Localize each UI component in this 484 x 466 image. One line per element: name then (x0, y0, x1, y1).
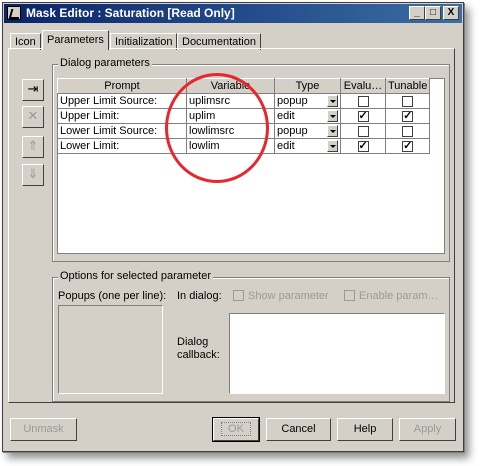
evaluate-cell[interactable] (340, 123, 386, 139)
tab-label: Parameters (47, 34, 104, 46)
table-row[interactable]: Lower Limit Source: lowlimsrc popup (57, 123, 431, 139)
type-combo[interactable]: edit (274, 108, 341, 124)
col-header-variable[interactable]: Variable (186, 78, 275, 94)
type-value: edit (277, 140, 295, 152)
evaluate-cell[interactable]: ✓ (340, 108, 386, 124)
tunable-checkbox[interactable] (402, 95, 414, 107)
window-title: Mask Editor : Saturation [Read Only] (26, 6, 235, 20)
apply-button-label: Apply (413, 423, 442, 435)
tunable-checkbox[interactable] (402, 125, 414, 137)
move-down-icon: ⇓ (27, 166, 39, 181)
help-button[interactable]: Help (337, 418, 393, 441)
evaluate-checkbox[interactable]: ✓ (357, 140, 369, 152)
variable-cell[interactable]: uplimsrc (186, 93, 275, 109)
tunable-cell[interactable] (384, 93, 431, 109)
col-header-tunable[interactable]: Tunable (384, 78, 431, 94)
prompt-cell[interactable]: Lower Limit: (57, 138, 187, 154)
type-combo[interactable]: popup (274, 123, 341, 139)
in-dialog-label: In dialog: (177, 290, 222, 302)
tunable-cell[interactable] (384, 123, 431, 139)
col-header-evaluate[interactable]: Evalu… (340, 78, 386, 94)
type-value: popup (277, 95, 308, 107)
unmask-button-label: Unmask (23, 423, 64, 435)
move-up-button[interactable]: ⇑ (22, 136, 44, 158)
chevron-down-icon[interactable] (327, 110, 338, 122)
enable-parameter-checkbox[interactable] (344, 290, 355, 301)
title-bar[interactable]: Mask Editor : Saturation [Read Only] _ □… (4, 4, 462, 23)
tunable-cell[interactable]: ✓ (384, 138, 431, 154)
tab-parameters[interactable]: Parameters (42, 30, 109, 50)
move-down-button[interactable]: ⇓ (22, 164, 44, 186)
mask-editor-app-icon (7, 6, 21, 20)
dialog-callback-label-line2: callback: (177, 349, 220, 361)
tab-label: Documentation (182, 36, 256, 48)
tunable-checkbox[interactable]: ✓ (402, 140, 414, 152)
type-value: edit (277, 110, 295, 122)
table-row[interactable]: Upper Limit: uplim edit ✓ ✓ (57, 108, 431, 124)
cancel-button-label: Cancel (281, 423, 316, 435)
evaluate-checkbox[interactable]: ✓ (357, 110, 369, 122)
type-value: popup (277, 125, 308, 137)
enable-parameter-label: Enable param… (359, 290, 439, 302)
variable-cell[interactable]: lowlim (186, 138, 275, 154)
table-header-row: Prompt Variable Type Evalu… Tunable (57, 78, 431, 94)
popups-label: Popups (one per line): (58, 290, 167, 302)
ok-button-label: OK (221, 422, 251, 436)
chevron-down-icon[interactable] (327, 140, 338, 152)
evaluate-cell[interactable]: ✓ (340, 138, 386, 154)
options-group-label: Options for selected parameter (58, 270, 214, 282)
show-parameter-label: Show parameter (248, 290, 329, 302)
minimize-button[interactable]: _ (409, 6, 425, 20)
type-combo[interactable]: popup (274, 93, 341, 109)
maximize-button[interactable]: □ (425, 6, 441, 20)
table-row[interactable]: Upper Limit Source: uplimsrc popup (57, 93, 431, 109)
add-parameter-button[interactable]: ⇥ (22, 79, 44, 101)
col-header-prompt[interactable]: Prompt (57, 78, 187, 94)
help-button-label: Help (353, 423, 377, 435)
delete-parameter-button[interactable]: ✕ (22, 106, 44, 128)
dialog-parameters-label: Dialog parameters (58, 57, 152, 69)
tab-label: Icon (15, 36, 36, 48)
prompt-cell[interactable]: Upper Limit Source: (57, 93, 187, 109)
popups-textarea[interactable] (58, 305, 163, 394)
unmask-button[interactable]: Unmask (10, 418, 77, 441)
delete-icon: ✕ (27, 108, 39, 123)
apply-button[interactable]: Apply (399, 418, 456, 441)
cancel-button[interactable]: Cancel (266, 418, 331, 441)
tab-label: Initialization (115, 36, 173, 48)
parameters-table: Prompt Variable Type Evalu… Tunable Uppe… (57, 78, 431, 154)
table-row[interactable]: Lower Limit: lowlim edit ✓ ✓ (57, 138, 431, 154)
type-combo[interactable]: edit (274, 138, 341, 154)
variable-cell[interactable]: lowlimsrc (186, 123, 275, 139)
show-parameter-checkbox[interactable] (233, 290, 244, 301)
tunable-cell[interactable]: ✓ (384, 108, 431, 124)
dialog-callback-label-line1: Dialog (177, 336, 209, 348)
tunable-checkbox[interactable]: ✓ (402, 110, 414, 122)
evaluate-checkbox[interactable] (357, 125, 369, 137)
chevron-down-icon[interactable] (327, 95, 338, 107)
ok-button[interactable]: OK (212, 417, 260, 442)
move-up-icon: ⇑ (27, 138, 39, 153)
evaluate-cell[interactable] (340, 93, 386, 109)
prompt-cell[interactable]: Lower Limit Source: (57, 123, 187, 139)
add-row-icon: ⇥ (27, 81, 39, 96)
chevron-down-icon[interactable] (327, 125, 338, 137)
dialog-callback-textarea[interactable] (229, 313, 445, 394)
col-header-type[interactable]: Type (274, 78, 341, 94)
variable-cell[interactable]: uplim (186, 108, 275, 124)
close-button[interactable]: X (443, 6, 459, 20)
prompt-cell[interactable]: Upper Limit: (57, 108, 187, 124)
evaluate-checkbox[interactable] (357, 95, 369, 107)
